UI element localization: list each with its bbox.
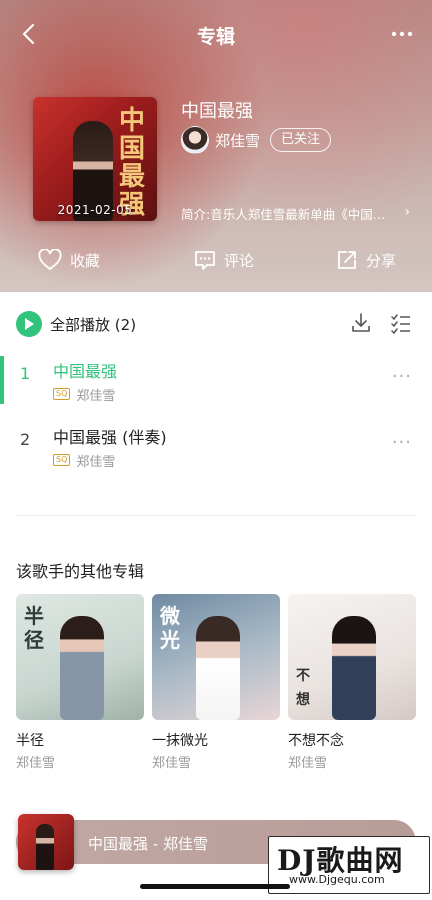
album-cover[interactable]: 中国最强 2021-02-05 [33, 97, 157, 221]
thumbnail-title-art: 微光 [160, 604, 180, 652]
action-bar: 收藏 评论 分享 [0, 244, 432, 276]
album-card-artist: 郑佳雪 [16, 756, 56, 771]
album-card-title: 不想不念 [288, 733, 344, 749]
page-title: 专辑 [196, 26, 235, 48]
avatar[interactable] [181, 126, 209, 154]
album-thumbnail[interactable]: 半径 [16, 594, 144, 720]
quality-badge: SQ [53, 388, 71, 400]
thumbnail-figure [60, 616, 104, 720]
now-playing-text[interactable]: 中国最强 - 郑佳雪 [88, 833, 208, 854]
other-albums-title: 该歌手的其他专辑 [16, 562, 145, 581]
song-index: 1 [20, 364, 31, 383]
chevron-right-icon[interactable]: › [404, 204, 410, 220]
thumbnail-figure [196, 616, 240, 720]
song-artist: 郑佳雪 [76, 454, 116, 470]
album-card-buxiangbunian[interactable]: 不想 不想不念 郑佳雪 [288, 594, 416, 771]
favorite-button[interactable]: 收藏 [38, 244, 100, 276]
play-all-label[interactable]: 全部播放 (2) [50, 314, 136, 335]
more-button[interactable] [386, 18, 418, 50]
comment-button[interactable]: 评论 [194, 244, 254, 276]
more-dots-icon [391, 31, 413, 37]
thumbnail-title-art: 半径 [24, 604, 44, 652]
song-list-panel: 全部播放 (2) 1 中国最强 SQ 郑佳雪 ··· 2 中国最强 (伴奏) S… [0, 292, 432, 900]
download-icon[interactable] [350, 312, 372, 334]
album-card-yimoweiguang[interactable]: 微光 一抹微光 郑佳雪 [152, 594, 280, 771]
song-index: 2 [20, 430, 31, 449]
active-indicator [0, 356, 4, 404]
heart-icon [38, 249, 62, 270]
thumbnail-title-art: 不想 [296, 668, 310, 708]
home-indicator[interactable] [140, 884, 290, 889]
song-row[interactable]: 2 中国最强 (伴奏) SQ 郑佳雪 ··· [0, 420, 432, 476]
follow-button[interactable]: 已关注 [270, 128, 332, 152]
thumbnail-figure [332, 616, 376, 720]
share-button[interactable]: 分享 [336, 244, 396, 276]
song-meta: SQ 郑佳雪 [53, 452, 116, 470]
divider [16, 515, 416, 516]
song-more-button[interactable]: ··· [392, 366, 412, 387]
cover-date: 2021-02-05 [57, 203, 133, 217]
album-card-artist: 郑佳雪 [288, 756, 328, 771]
play-all-row: 全部播放 (2) [0, 306, 432, 340]
watermark-logo: DJ歌曲网 www.Djgequ.com [268, 836, 430, 894]
song-more-button[interactable]: ··· [392, 432, 412, 453]
album-title: 中国最强 [181, 101, 253, 122]
comment-icon [195, 251, 215, 270]
favorite-label: 收藏 [70, 251, 101, 270]
watermark-url: www.Djgequ.com [289, 873, 385, 886]
artist-name[interactable]: 郑佳雪 [215, 130, 260, 151]
play-all-button[interactable] [16, 311, 42, 337]
play-all-text: 全部播放 [50, 316, 111, 334]
album-card-title: 一抹微光 [152, 733, 208, 749]
album-thumbnail[interactable]: 微光 [152, 594, 280, 720]
album-header: 专辑 中国最强 2021-02-05 中国最强 郑佳雪 已关注 简介:音乐人郑佳… [0, 0, 432, 292]
song-artist: 郑佳雪 [76, 388, 116, 404]
album-card-artist: 郑佳雪 [152, 756, 192, 771]
song-count: (2) [114, 316, 137, 334]
play-icon [25, 318, 34, 330]
song-title: 中国最强 [53, 362, 118, 381]
comment-label: 评论 [224, 251, 255, 270]
album-intro[interactable]: 简介:音乐人郑佳雪最新单曲《中国… [181, 204, 409, 224]
share-label: 分享 [366, 251, 397, 270]
mini-player-cover[interactable] [18, 814, 74, 870]
song-meta: SQ 郑佳雪 [53, 386, 116, 404]
quality-badge: SQ [53, 454, 71, 466]
album-card-title: 半径 [16, 733, 44, 749]
artist-row[interactable]: 郑佳雪 已关注 [181, 126, 332, 154]
top-bar: 专辑 [0, 14, 432, 54]
album-thumbnail[interactable]: 不想 [288, 594, 416, 720]
album-card-banjing[interactable]: 半径 半径 郑佳雪 [16, 594, 144, 771]
share-icon [338, 251, 356, 269]
song-title: 中国最强 (伴奏) [53, 428, 167, 447]
mini-cover-figure [36, 824, 54, 870]
multi-select-icon[interactable] [390, 312, 412, 334]
song-row[interactable]: 1 中国最强 SQ 郑佳雪 ··· [0, 354, 432, 410]
